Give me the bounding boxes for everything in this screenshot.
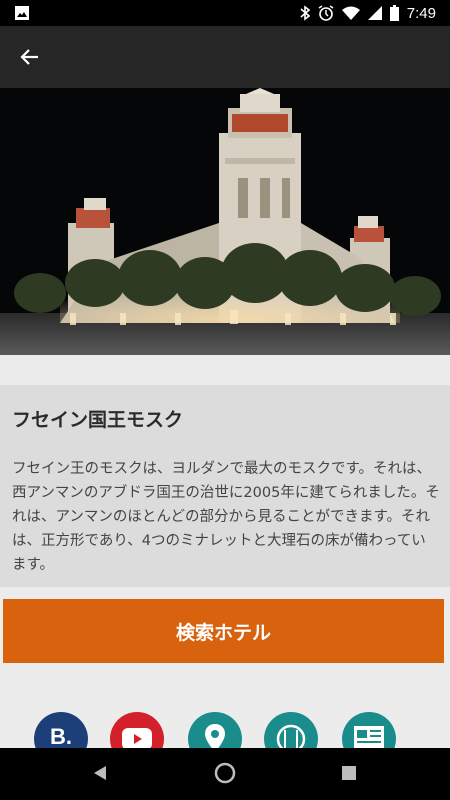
alarm-icon <box>318 5 334 21</box>
system-nav-bar <box>0 748 450 800</box>
search-hotel-button[interactable]: 検索ホテル <box>3 599 444 663</box>
signal-icon <box>367 6 382 20</box>
recents-square-icon[interactable] <box>342 766 356 780</box>
wifi-icon <box>341 6 360 20</box>
restaurant-icon[interactable] <box>264 712 318 748</box>
back-button[interactable] <box>16 43 44 71</box>
booking-icon[interactable]: B. <box>34 712 88 748</box>
hero-image <box>0 88 450 355</box>
status-time: 7:49 <box>406 4 436 22</box>
image-icon <box>15 6 29 20</box>
place-title: フセイン国王モスク <box>12 409 184 431</box>
map-pin-icon[interactable] <box>188 712 242 748</box>
youtube-icon[interactable] <box>110 712 164 748</box>
battery-icon <box>389 5 399 21</box>
spacer <box>0 355 450 385</box>
place-description: フセイン王のモスクは、ヨルダンで最大のモスクです。それは、西アンマンのアブドラ国… <box>12 461 440 573</box>
back-triangle-icon[interactable] <box>92 765 108 781</box>
app-bar <box>0 26 450 88</box>
home-circle-icon[interactable] <box>214 762 236 784</box>
place-card: フセイン国王モスク フセイン王のモスクは、ヨルダンで最大のモスクです。それは、西… <box>0 385 450 587</box>
arrow-left-icon <box>20 49 38 65</box>
bluetooth-icon <box>300 5 310 21</box>
status-bar: 7:49 <box>0 0 450 26</box>
action-icons-row: B. <box>0 712 450 748</box>
news-icon[interactable] <box>342 712 396 748</box>
